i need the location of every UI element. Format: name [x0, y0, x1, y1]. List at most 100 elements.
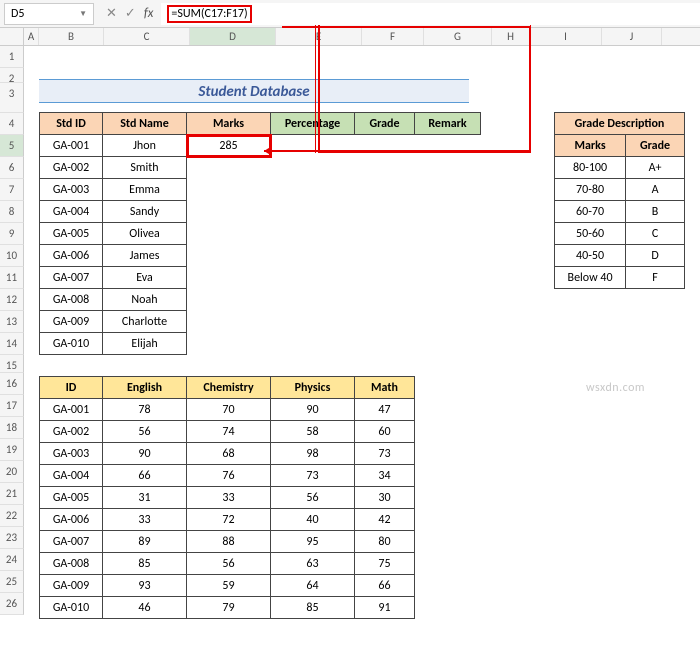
cell-std-name[interactable]: Charlotte — [103, 311, 187, 333]
cell-empty[interactable] — [355, 135, 415, 157]
cell-score[interactable]: 73 — [271, 465, 355, 487]
cell-score[interactable]: 72 — [187, 509, 271, 531]
cell-score[interactable]: 46 — [103, 597, 187, 619]
fx-icon[interactable]: fx — [144, 6, 154, 21]
enter-icon[interactable]: ✓ — [125, 6, 136, 21]
row-header[interactable]: 3 — [0, 83, 24, 113]
col-header[interactable]: F — [362, 28, 424, 45]
cell-score[interactable]: GA-003 — [40, 443, 103, 465]
cell-score[interactable]: 89 — [103, 531, 187, 553]
row-header[interactable]: 21 — [0, 483, 24, 505]
cell-score[interactable]: 68 — [187, 443, 271, 465]
cell-std-name[interactable]: Jhon — [103, 135, 187, 157]
cell-score[interactable]: 66 — [103, 465, 187, 487]
row-header[interactable]: 20 — [0, 461, 24, 483]
cell-marks-range[interactable]: 60-70 — [555, 201, 626, 223]
row-header[interactable]: 16 — [0, 373, 24, 395]
row-header[interactable]: 18 — [0, 417, 24, 439]
cell-std-id[interactable]: GA-009 — [40, 311, 103, 333]
cell-score[interactable]: 33 — [103, 509, 187, 531]
col-header[interactable]: G — [424, 28, 492, 45]
cell-std-name[interactable]: Olivea — [103, 223, 187, 245]
row-header[interactable]: 11 — [0, 267, 24, 289]
cell-score[interactable]: 88 — [187, 531, 271, 553]
cell-grade[interactable]: D — [626, 245, 685, 267]
cell-score[interactable]: 90 — [271, 399, 355, 421]
row-header[interactable]: 7 — [0, 179, 24, 201]
cell-marks-range[interactable]: Below 40 — [555, 267, 626, 289]
cell-std-id[interactable]: GA-001 — [40, 135, 103, 157]
row-header[interactable]: 9 — [0, 223, 24, 245]
row-header[interactable]: 10 — [0, 245, 24, 267]
cell-std-id[interactable]: GA-004 — [40, 201, 103, 223]
cell-marks-range[interactable]: 80-100 — [555, 157, 626, 179]
cell-score[interactable]: GA-010 — [40, 597, 103, 619]
select-all-corner[interactable] — [0, 28, 24, 45]
cell-score[interactable]: 42 — [355, 509, 415, 531]
row-header[interactable]: 6 — [0, 157, 24, 179]
cell-std-id[interactable]: GA-003 — [40, 179, 103, 201]
row-header[interactable]: 12 — [0, 289, 24, 311]
formula-input[interactable]: =SUM(C17:F17) — [161, 3, 700, 25]
cell-grade[interactable]: F — [626, 267, 685, 289]
row-header[interactable]: 17 — [0, 395, 24, 417]
cell-score[interactable]: 64 — [271, 575, 355, 597]
col-header[interactable]: I — [530, 28, 602, 45]
cell-std-id[interactable]: GA-010 — [40, 333, 103, 355]
row-header[interactable]: 23 — [0, 527, 24, 549]
cell-score[interactable]: GA-007 — [40, 531, 103, 553]
cell-empty[interactable] — [271, 135, 355, 157]
cell-score[interactable]: 95 — [271, 531, 355, 553]
cells-area[interactable]: Student Database Std ID Std Name Marks P… — [24, 46, 700, 615]
cell-score[interactable]: 47 — [355, 399, 415, 421]
col-header[interactable]: D — [190, 28, 276, 45]
cell-score[interactable]: 34 — [355, 465, 415, 487]
cell-std-name[interactable]: Noah — [103, 289, 187, 311]
cell-score[interactable]: GA-008 — [40, 553, 103, 575]
cell-score[interactable]: GA-004 — [40, 465, 103, 487]
cell-score[interactable]: GA-002 — [40, 421, 103, 443]
cell-score[interactable]: 98 — [271, 443, 355, 465]
row-header[interactable]: 24 — [0, 549, 24, 571]
col-header[interactable]: H — [492, 28, 530, 45]
cell-std-name[interactable]: Eva — [103, 267, 187, 289]
cell-score[interactable]: 56 — [187, 553, 271, 575]
cell-score[interactable]: 90 — [103, 443, 187, 465]
cell-std-id[interactable]: GA-008 — [40, 289, 103, 311]
cell-grade[interactable]: C — [626, 223, 685, 245]
cell-score[interactable]: 59 — [187, 575, 271, 597]
cell-score[interactable]: 31 — [103, 487, 187, 509]
cell-score[interactable]: GA-006 — [40, 509, 103, 531]
cell-grade[interactable]: A+ — [626, 157, 685, 179]
cell-score[interactable]: 56 — [271, 487, 355, 509]
row-header[interactable]: 8 — [0, 201, 24, 223]
row-header[interactable]: 5 — [0, 135, 24, 157]
cell-score[interactable]: 76 — [187, 465, 271, 487]
cell-std-name[interactable]: James — [103, 245, 187, 267]
cell-score[interactable]: 75 — [355, 553, 415, 575]
cell-score[interactable]: 60 — [355, 421, 415, 443]
cell-marks-range[interactable]: 40-50 — [555, 245, 626, 267]
row-header[interactable]: 22 — [0, 505, 24, 527]
row-header[interactable]: 4 — [0, 113, 24, 135]
cell-grade[interactable]: A — [626, 179, 685, 201]
cell-marks-range[interactable]: 50-60 — [555, 223, 626, 245]
cell-grade[interactable]: B — [626, 201, 685, 223]
row-header[interactable]: 25 — [0, 571, 24, 593]
cell-std-name[interactable]: Sandy — [103, 201, 187, 223]
cell-score[interactable]: 33 — [187, 487, 271, 509]
col-header[interactable]: B — [39, 28, 104, 45]
row-header[interactable]: 19 — [0, 439, 24, 461]
row-header[interactable]: 15 — [0, 355, 24, 373]
cell-score[interactable]: 79 — [187, 597, 271, 619]
cancel-icon[interactable]: ✕ — [106, 6, 117, 21]
cell-score[interactable]: 93 — [103, 575, 187, 597]
cell-marks-range[interactable]: 70-80 — [555, 179, 626, 201]
cell-std-id[interactable]: GA-007 — [40, 267, 103, 289]
row-header[interactable]: 26 — [0, 593, 24, 615]
cell-std-name[interactable]: Smith — [103, 157, 187, 179]
cell-score[interactable]: 40 — [271, 509, 355, 531]
cell-score[interactable]: 85 — [271, 597, 355, 619]
cell-score[interactable]: 78 — [103, 399, 187, 421]
cell-score[interactable]: 63 — [271, 553, 355, 575]
